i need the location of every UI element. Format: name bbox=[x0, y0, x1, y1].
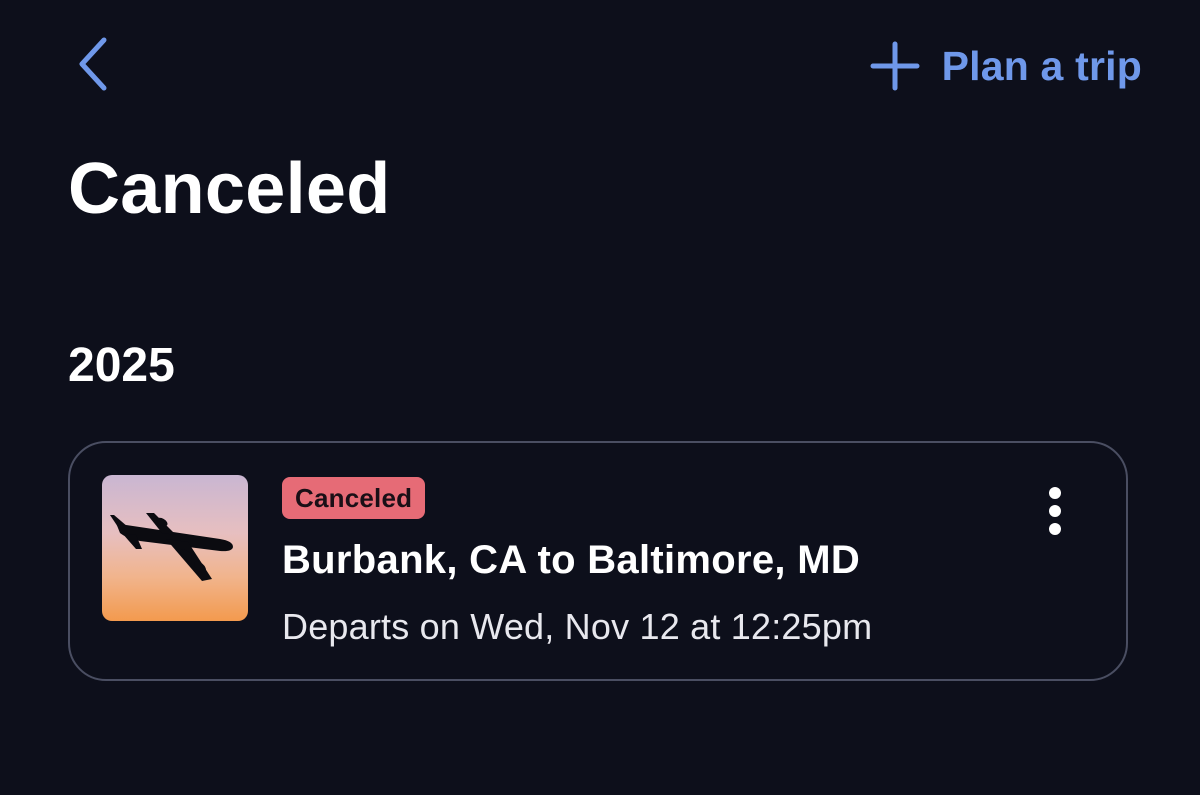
more-options-button[interactable] bbox=[1030, 481, 1080, 541]
more-vertical-icon-dot bbox=[1049, 487, 1061, 499]
section-year-heading: 2025 bbox=[68, 339, 175, 392]
plan-trip-button[interactable]: Plan a trip bbox=[870, 36, 1142, 96]
chevron-left-icon bbox=[79, 37, 107, 91]
more-vertical-icon-dot bbox=[1049, 505, 1061, 517]
top-bar: Plan a trip bbox=[0, 0, 1200, 130]
trip-route: Burbank, CA to Baltimore, MD bbox=[282, 538, 861, 582]
trip-departure-time: Departs on Wed, Nov 12 at 12:25pm bbox=[282, 606, 873, 647]
more-vertical-icon-dot bbox=[1049, 523, 1061, 535]
plus-icon bbox=[870, 41, 920, 91]
plan-trip-label: Plan a trip bbox=[941, 42, 1142, 89]
page-title: Canceled bbox=[68, 149, 391, 229]
trip-thumbnail bbox=[102, 475, 248, 621]
trip-card[interactable]: Canceled Burbank, CA to Baltimore, MD De… bbox=[68, 441, 1128, 681]
status-badge: Canceled bbox=[282, 477, 426, 519]
airplane-icon bbox=[110, 513, 233, 581]
back-button[interactable] bbox=[62, 30, 122, 98]
